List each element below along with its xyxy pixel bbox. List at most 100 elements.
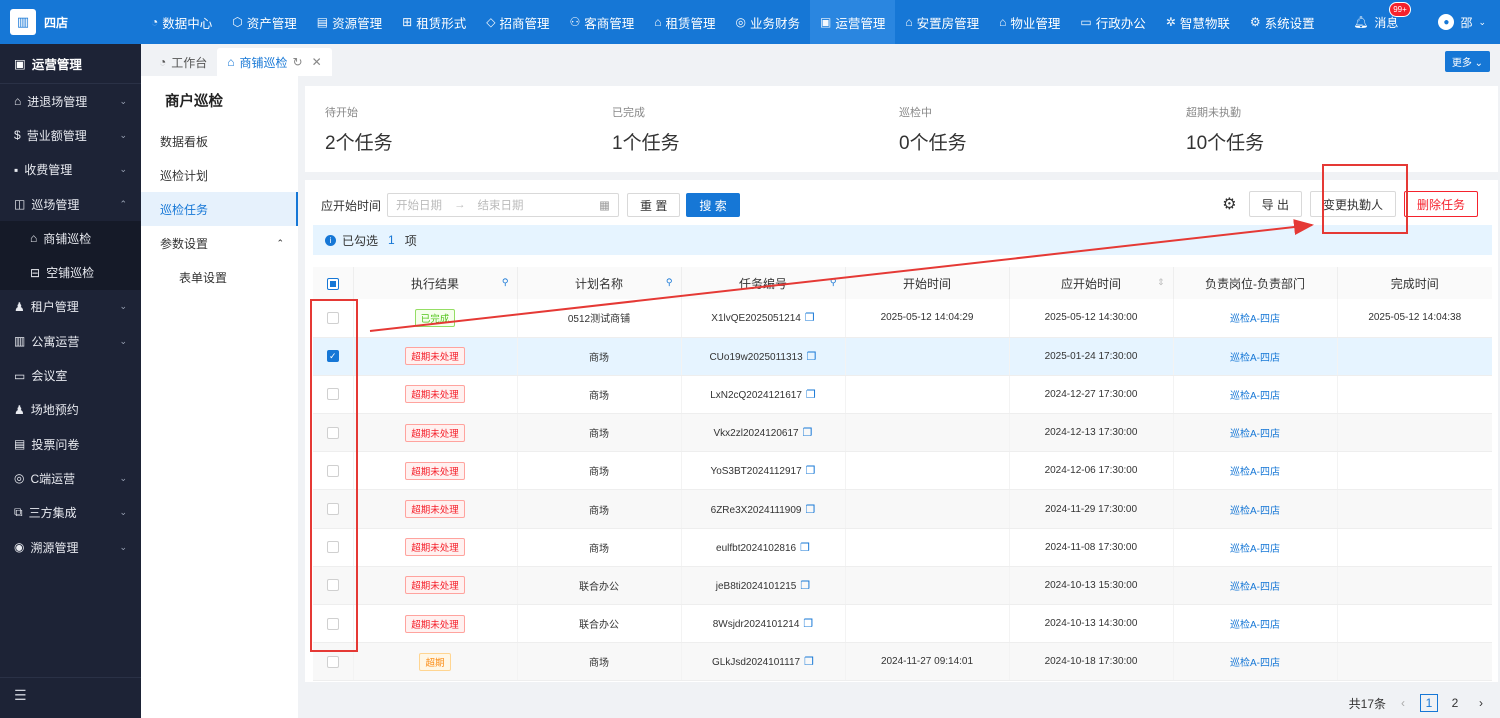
row-checkbox[interactable] xyxy=(326,388,339,401)
row-checkbox-cell[interactable] xyxy=(313,604,354,644)
subnav-item[interactable]: 数据看板 xyxy=(141,124,298,158)
dept-link[interactable]: 巡检A-四店 xyxy=(1230,391,1280,402)
topnav-item[interactable]: ⌂ 安置房管理 xyxy=(895,0,989,44)
app-logo[interactable]: ▥ 四店 xyxy=(0,0,141,44)
topnav-item[interactable]: ✲ 智慧物联 xyxy=(1156,0,1240,44)
dept-link[interactable]: 巡检A-四店 xyxy=(1230,314,1280,325)
dept-link[interactable]: 巡检A-四店 xyxy=(1230,582,1280,593)
row-checkbox-cell[interactable] xyxy=(313,566,354,606)
row-checkbox[interactable] xyxy=(326,541,339,554)
row-checkbox[interactable] xyxy=(326,655,339,668)
sidebar-item[interactable]: ▥ 公寓运营 ⌄ xyxy=(0,324,141,358)
table-row[interactable]: 超期未处理 商场 eulfbt2024102816 ❐ 2024-11-08 17… xyxy=(313,528,1492,567)
sidebar-item[interactable]: ⌂ 商铺巡检 xyxy=(0,221,141,256)
search-icon[interactable]: ⚲ xyxy=(830,277,837,288)
table-row[interactable]: 超期未处理 联合办公 8Wsjdr2024101214 ❐ 2024-10-13 … xyxy=(313,604,1492,644)
topnav-item[interactable]: ⌂ 租赁管理 xyxy=(644,0,725,44)
row-checkbox[interactable] xyxy=(326,426,339,439)
copy-icon[interactable]: ❐ xyxy=(806,465,816,477)
copy-icon[interactable]: ❐ xyxy=(805,504,815,516)
row-checkbox[interactable] xyxy=(326,464,339,477)
dept-link[interactable]: 巡检A-四店 xyxy=(1230,620,1280,631)
user-menu[interactable]: ● 邵 ⌄ xyxy=(1438,14,1486,31)
messages-button[interactable]: 🔔︎ 消息 99+ xyxy=(1353,1,1411,31)
row-checkbox-cell[interactable] xyxy=(313,299,354,338)
search-icon[interactable]: ⚲ xyxy=(666,277,673,288)
row-checkbox-cell[interactable] xyxy=(313,642,354,682)
subnav-item[interactable]: 表单设置 xyxy=(141,260,298,294)
start-date-input[interactable]: 开始日期 xyxy=(396,197,442,213)
table-row[interactable]: 超期 商场 GLkJsd2024101117 ❐ 2024-11-27 09:14… xyxy=(313,642,1492,682)
search-icon[interactable]: ⚲ xyxy=(502,277,509,288)
prev-page-button[interactable]: ‹ xyxy=(1394,694,1412,712)
copy-icon[interactable]: ❐ xyxy=(807,351,817,363)
sort-icon[interactable]: ⇕ xyxy=(1157,277,1165,288)
table-row[interactable]: 超期未处理 商场 6ZRe3X2024111909 ❐ 2024-11-29 17… xyxy=(313,489,1492,529)
copy-icon[interactable]: ❐ xyxy=(804,656,814,668)
page-1-button[interactable]: 1 xyxy=(1420,694,1438,712)
next-page-button[interactable]: › xyxy=(1472,694,1490,712)
row-checkbox[interactable]: ✓ xyxy=(326,350,339,363)
subnav-item[interactable]: 巡检任务 xyxy=(141,192,298,226)
table-row[interactable]: 超期未处理 商场 Vkx2zl2024120617 ❐ 2024-12-13 17… xyxy=(313,413,1492,453)
sidebar-item[interactable]: ⧉ 三方集成 ⌄ xyxy=(0,496,141,530)
table-row[interactable]: 超期未处理 商场 LxN2cQ2024121617 ❐ 2024-12-27 17… xyxy=(313,375,1492,415)
sidebar-item[interactable]: ▭ 会议室 xyxy=(0,358,141,392)
topnav-item[interactable]: ▣ 运营管理 xyxy=(810,0,896,44)
sidebar-item[interactable]: ◉ 溯源管理 ⌄ xyxy=(0,530,141,564)
row-checkbox-cell[interactable] xyxy=(313,528,354,567)
dept-link[interactable]: 巡检A-四店 xyxy=(1230,467,1280,478)
sidebar-item[interactable]: ⌂ 进退场管理 ⌄ xyxy=(0,84,141,118)
sidebar-item[interactable]: ▪ 收费管理 ⌄ xyxy=(0,153,141,187)
topnav-item[interactable]: ◇ 招商管理 xyxy=(476,0,559,44)
topnav-item[interactable]: ▭ 行政办公 xyxy=(1070,0,1155,44)
row-checkbox-cell[interactable] xyxy=(313,413,354,453)
topnav-item[interactable]: ⬡ 资产管理 xyxy=(222,0,307,44)
topnav-item[interactable]: ◔ 数据中心 xyxy=(141,0,222,44)
row-checkbox[interactable] xyxy=(326,579,339,592)
select-all-cell[interactable] xyxy=(313,267,354,299)
subnav-item[interactable]: 巡检计划 xyxy=(141,158,298,192)
copy-icon[interactable]: ❐ xyxy=(803,618,813,630)
subnav-item[interactable]: 参数设置 ⌃ xyxy=(141,226,298,260)
copy-icon[interactable]: ❐ xyxy=(805,312,815,324)
topnav-item[interactable]: ⚙ 系统设置 xyxy=(1240,0,1325,44)
delete-task-button[interactable]: 删除任务 xyxy=(1403,191,1478,217)
sidebar-item[interactable]: ▤ 投票问卷 xyxy=(0,427,141,461)
search-button[interactable]: 搜 索 xyxy=(686,193,740,217)
change-assignee-button[interactable]: 变更执勤人 xyxy=(1309,191,1396,217)
more-button[interactable]: 更多 ⌄ xyxy=(1444,51,1490,72)
sidebar-item[interactable]: ♟ 租户管理 ⌄ xyxy=(0,290,141,324)
dept-link[interactable]: 巡检A-四店 xyxy=(1230,658,1280,669)
table-row[interactable]: 超期未处理 商场 YoS3BT2024112917 ❐ 2024-12-06 17… xyxy=(313,451,1492,491)
page-2-button[interactable]: 2 xyxy=(1446,694,1464,712)
sidebar-item[interactable]: ◎ C端运营 ⌄ xyxy=(0,461,141,495)
table-row[interactable]: ✓ 超期未处理 商场 CUo19w2025011313 ❐ 2025-01-24 … xyxy=(313,337,1492,376)
refresh-icon[interactable]: ↻ xyxy=(293,55,303,69)
collapse-menu-icon[interactable]: ☰ xyxy=(14,687,27,704)
header-due[interactable]: 应开始时间 ⇕ xyxy=(1009,267,1174,299)
topnav-item[interactable]: ⌂ 物业管理 xyxy=(989,0,1070,44)
row-checkbox[interactable] xyxy=(326,503,339,516)
close-icon[interactable]: ✕ xyxy=(312,55,322,69)
table-row[interactable]: 已完成 0512测试商铺 X1lvQE2025051214 ❐ 2025-05-1… xyxy=(313,299,1492,338)
table-row[interactable]: 超期未处理 联合办公 jeB8ti2024101215 ❐ 2024-10-13 … xyxy=(313,566,1492,606)
sidebar-item[interactable]: ⊟ 空铺巡检 xyxy=(0,255,141,290)
copy-icon[interactable]: ❐ xyxy=(800,542,810,554)
dept-link[interactable]: 巡检A-四店 xyxy=(1230,429,1280,440)
sidebar-item[interactable]: ◫ 巡场管理 ⌃ xyxy=(0,187,141,221)
row-checkbox-cell[interactable] xyxy=(313,489,354,529)
topnav-item[interactable]: ⚇ 客商管理 xyxy=(559,0,644,44)
copy-icon[interactable]: ❐ xyxy=(800,580,810,592)
sidebar-item[interactable]: $ 营业额管理 ⌄ xyxy=(0,118,141,152)
dept-link[interactable]: 巡检A-四店 xyxy=(1230,353,1280,364)
topnav-item[interactable]: ⊞ 租赁形式 xyxy=(392,0,476,44)
row-checkbox[interactable] xyxy=(326,311,339,324)
row-checkbox-cell[interactable] xyxy=(313,451,354,491)
copy-icon[interactable]: ❐ xyxy=(806,389,816,401)
row-checkbox-cell[interactable] xyxy=(313,375,354,415)
row-checkbox[interactable] xyxy=(326,617,339,630)
gear-icon[interactable]: ⚙ xyxy=(1222,194,1236,214)
sidebar-item[interactable]: ♟ 场地预约 xyxy=(0,393,141,427)
tab-workbench[interactable]: ◔ 工作台 xyxy=(149,48,217,76)
